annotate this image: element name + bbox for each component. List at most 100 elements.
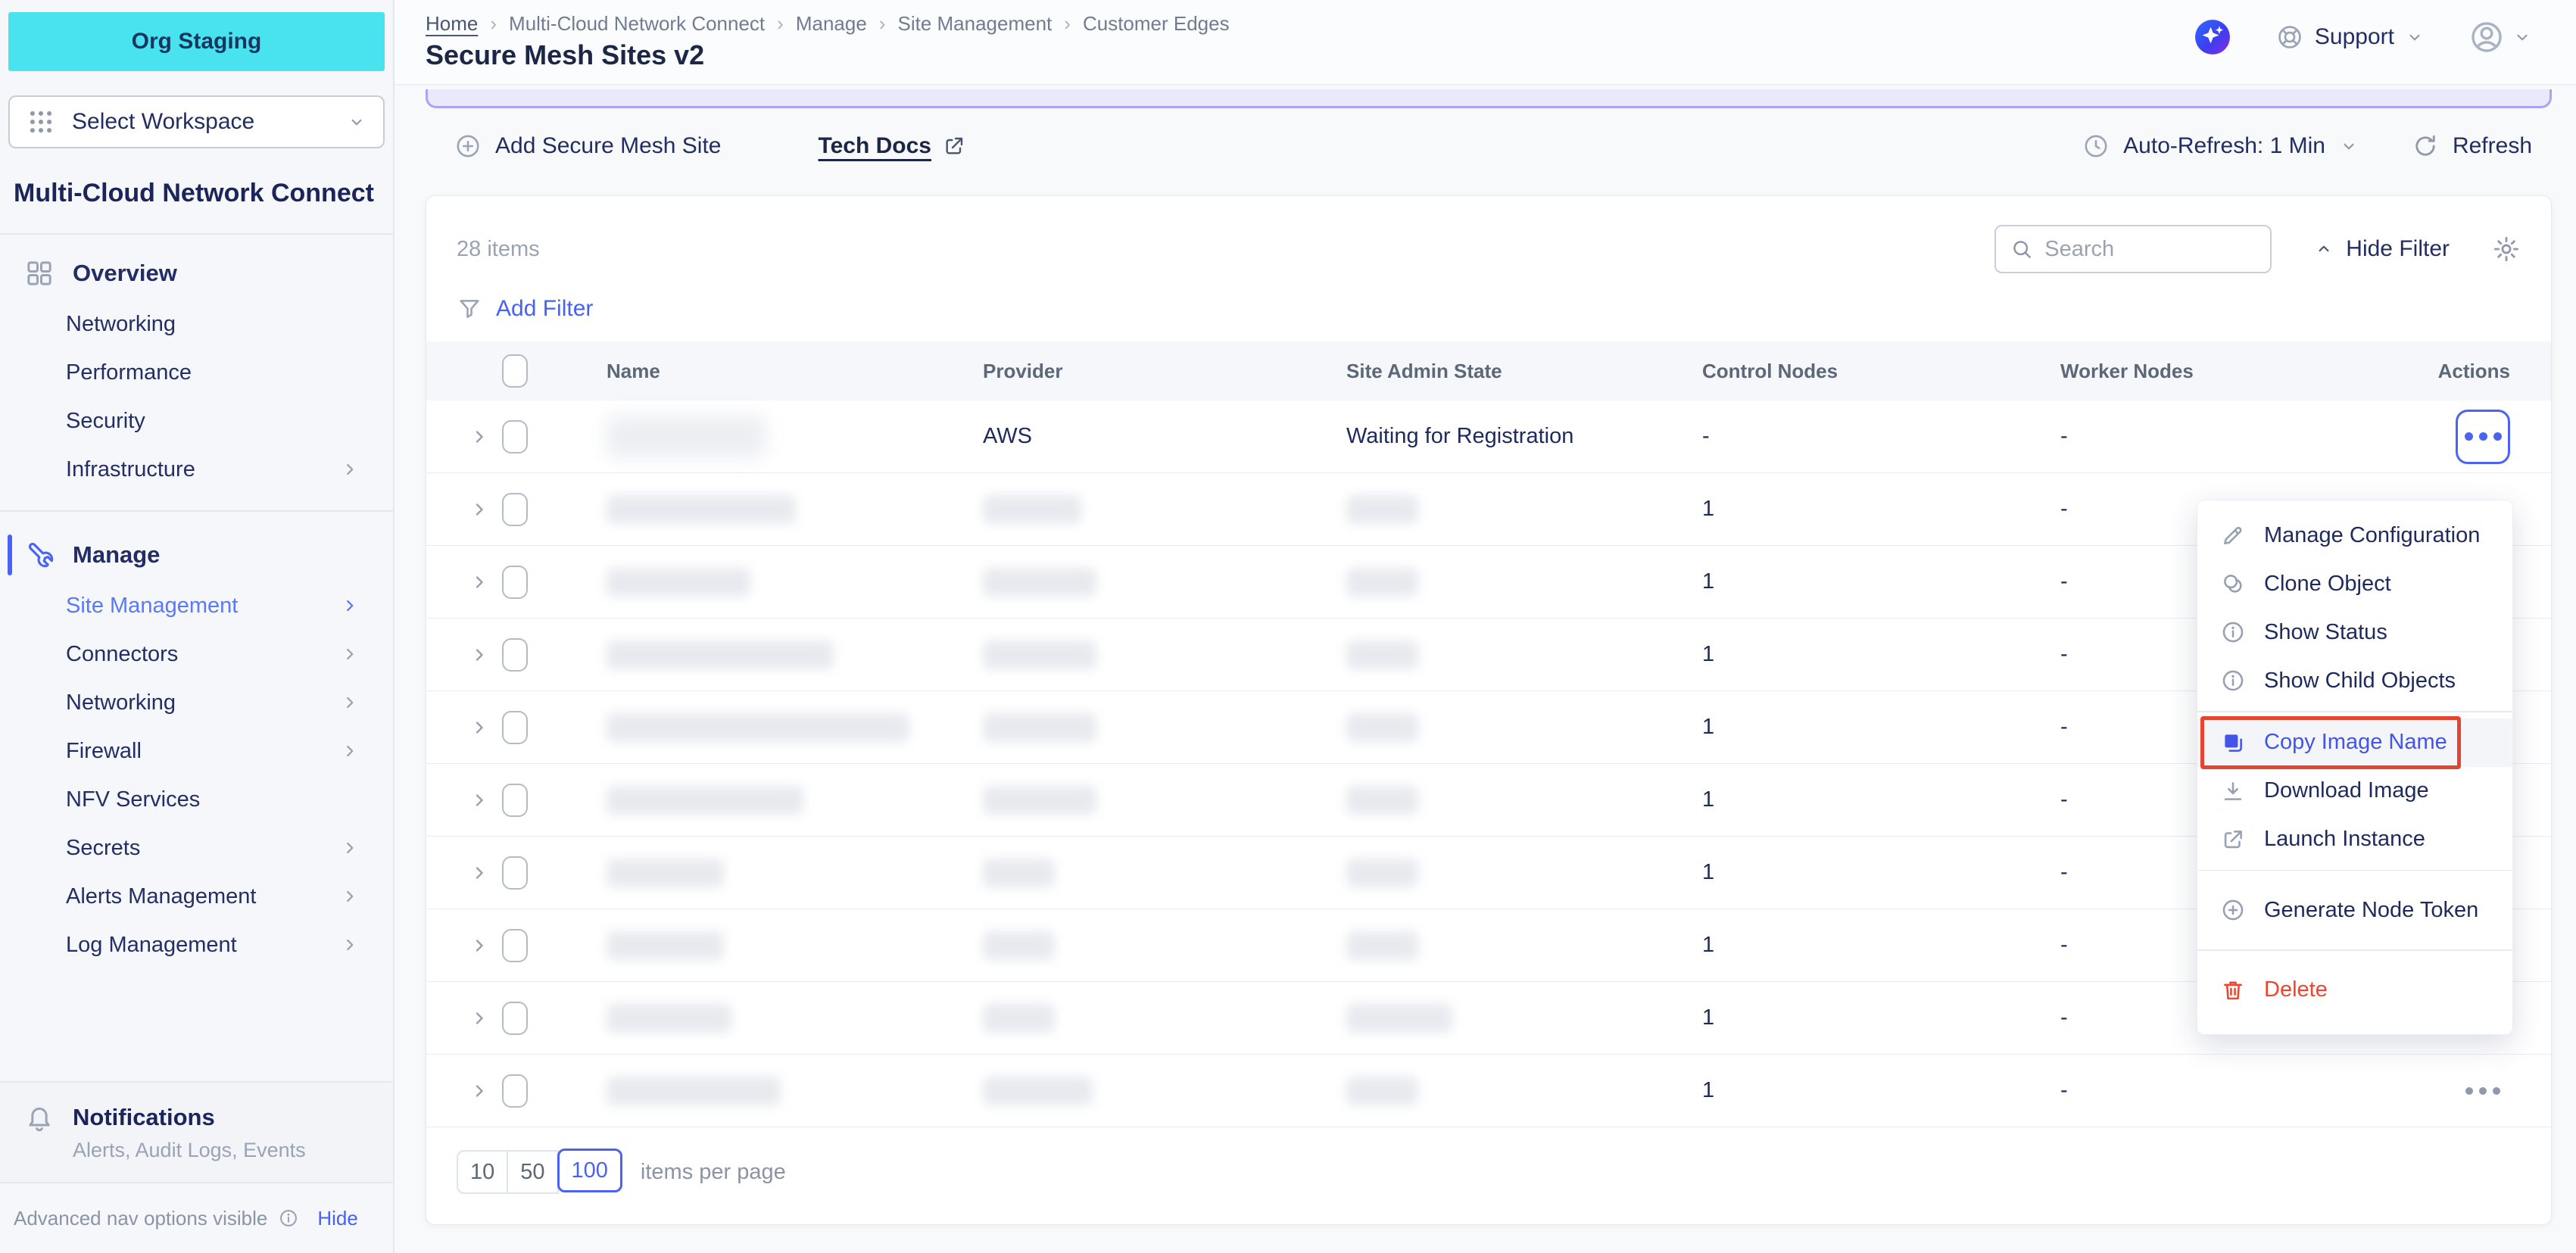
table-settings-gear-icon[interactable] [2492,235,2521,263]
expand-row-icon[interactable] [469,935,490,956]
breadcrumb-home[interactable]: Home [426,12,478,36]
expand-row-icon[interactable] [469,572,490,593]
sidebar-item-log-management[interactable]: Log Management [0,921,393,969]
page-size-10[interactable]: 10 [457,1150,508,1194]
sidebar-item-secrets[interactable]: Secrets [0,824,393,872]
redacted-text [983,931,1346,960]
app-root: Org Staging Select Workspace Multi-Cloud… [0,0,2576,1253]
row-checkbox[interactable] [502,784,528,817]
account-menu[interactable] [2468,19,2532,55]
menu-item-download-image[interactable]: Download Image [2197,767,2512,815]
expand-row-icon[interactable] [469,499,490,520]
support-menu[interactable]: Support [2275,23,2425,51]
sidebar-item-networking[interactable]: Networking [0,300,393,348]
table-header: NameProviderSite Admin StateControl Node… [426,341,2551,401]
cell-control-nodes: 1 [1702,1005,2060,1030]
row-checkbox[interactable] [502,420,528,454]
row-checkbox[interactable] [502,856,528,890]
hide-filter-toggle[interactable]: Hide Filter [2314,236,2450,262]
row-checkbox[interactable] [502,638,528,672]
add-filter-label: Add Filter [496,296,593,322]
select-all-checkbox[interactable] [502,354,528,388]
sidebar-item-infrastructure[interactable]: Infrastructure [0,445,393,494]
page-size-100[interactable]: 100 [557,1149,622,1192]
tech-docs-link[interactable]: Tech Docs [819,133,967,159]
row-checkbox[interactable] [502,929,528,962]
pencil-icon [2220,522,2246,548]
column-header-actions: Actions [2438,360,2521,383]
row-actions-menu: Manage Configuration Clone Object Show Sta… [2197,500,2513,1035]
menu-item-launch-instance[interactable]: Launch Instance [2197,815,2512,864]
menu-group: Copy Image NameDownload ImageLaunch Inst… [2197,712,2512,870]
menu-item-generate-node-token[interactable]: Generate Node Token [2197,886,2512,934]
breadcrumb-site-management[interactable]: Site Management [897,12,1052,36]
menu-item-show-status[interactable]: Show Status [2197,608,2512,656]
sidebar-item-nfv-services[interactable]: NFV Services [0,775,393,824]
auto-refresh-dropdown[interactable]: Auto-Refresh: 1 Min [2082,132,2359,160]
row-actions-button[interactable] [2456,1064,2510,1118]
info-icon [2220,668,2246,694]
sidebar-item-site-management[interactable]: Site Management [0,581,393,630]
sidebar-item-connectors[interactable]: Connectors [0,630,393,678]
sidebar-item-security[interactable]: Security [0,397,393,445]
workspace-selector[interactable]: Select Workspace [8,95,385,148]
redacted-text [1346,786,1702,815]
sidebar-section-overview[interactable]: Overview [0,247,393,300]
menu-item-clone-object[interactable]: Clone Object [2197,559,2512,608]
chevron-down-icon [2405,27,2425,47]
page-size-50[interactable]: 50 [508,1150,558,1194]
expand-row-icon[interactable] [469,1080,490,1102]
menu-item-manage-configuration[interactable]: Manage Configuration [2197,511,2512,559]
row-checkbox[interactable] [502,566,528,599]
row-actions-button[interactable] [2456,410,2510,464]
sidebar-item-performance[interactable]: Performance [0,348,393,397]
redacted-text [983,495,1346,524]
menu-item-show-child-objects[interactable]: Show Child Objects [2197,656,2512,705]
menu-item-label: Clone Object [2264,572,2391,597]
add-secure-mesh-site-button[interactable]: Add Secure Mesh Site [454,132,722,160]
topbar: Home›Multi-Cloud Network Connect›Manage›… [395,0,2576,86]
search-input[interactable] [2044,237,2256,262]
sidebar-item-firewall[interactable]: Firewall [0,727,393,775]
main-content: Home›Multi-Cloud Network Connect›Manage›… [395,0,2576,1253]
column-header-worker-nodes: Worker Nodes [2060,360,2363,383]
section-label: Overview [73,260,177,287]
redacted-text [607,1004,983,1033]
sidebar-item-networking[interactable]: Networking [0,678,393,727]
sidebar-item-alerts-management[interactable]: Alerts Management [0,872,393,921]
ai-assistant-button[interactable] [2194,18,2231,56]
add-button-label: Add Secure Mesh Site [495,133,722,159]
expand-row-icon[interactable] [469,790,490,811]
redacted-text [1346,568,1702,597]
column-header-name: Name [607,360,983,383]
hide-advanced-nav-link[interactable]: Hide [317,1207,357,1230]
chevron-right-icon [340,460,360,479]
expand-row-icon[interactable] [469,426,490,447]
breadcrumb-customer-edges[interactable]: Customer Edges [1083,12,1230,36]
expand-row-icon[interactable] [469,644,490,665]
cell-control-nodes: 1 [1702,497,2060,522]
dismissed-banner-remnant [426,89,2552,108]
copy-icon [2220,730,2246,756]
expand-row-icon[interactable] [469,1008,490,1029]
sidebar-notifications[interactable]: Notifications Alerts, Audit Logs, Events [0,1081,393,1183]
breadcrumb-multi-cloud-network-connect[interactable]: Multi-Cloud Network Connect [509,12,765,36]
refresh-button[interactable]: Refresh [2412,132,2532,160]
row-checkbox[interactable] [502,711,528,744]
redacted-text [983,1004,1346,1033]
breadcrumb-manage[interactable]: Manage [796,12,867,36]
row-checkbox[interactable] [502,1002,528,1035]
cell-control-nodes: 1 [1702,860,2060,885]
workspace-label: Select Workspace [72,109,330,135]
add-filter-button[interactable]: Add Filter [426,273,2551,341]
menu-item-copy-image-name[interactable]: Copy Image Name [2197,718,2512,767]
menu-item-label: Manage Configuration [2264,523,2480,548]
row-checkbox[interactable] [502,493,528,526]
menu-item-delete[interactable]: Delete [2197,966,2512,1015]
row-checkbox[interactable] [502,1074,528,1108]
breadcrumb: Home›Multi-Cloud Network Connect›Manage›… [426,12,1230,36]
expand-row-icon[interactable] [469,717,490,738]
expand-row-icon[interactable] [469,862,490,884]
sidebar-section-manage[interactable]: Manage [0,528,393,581]
advanced-nav-text: Advanced nav options visible [14,1207,267,1230]
